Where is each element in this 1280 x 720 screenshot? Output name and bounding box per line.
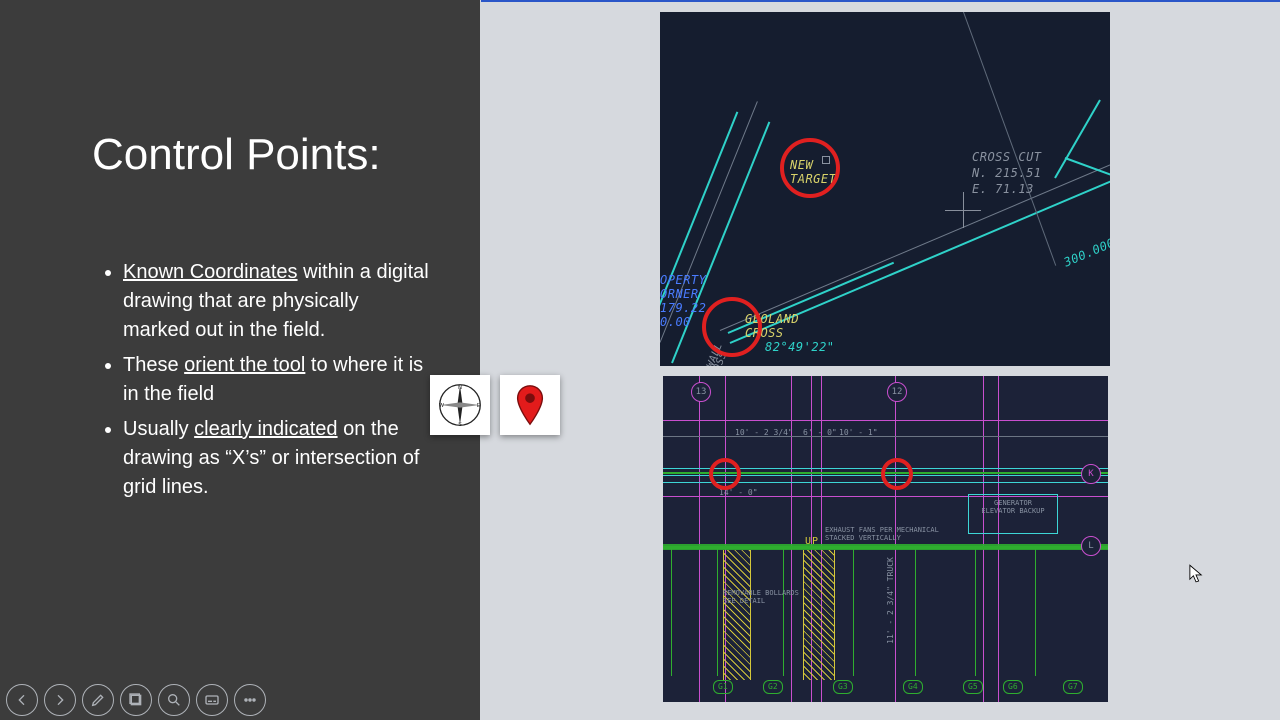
svg-text:W: W (439, 403, 444, 409)
control-point-circle-4 (881, 458, 913, 490)
map-pin-icon (500, 375, 560, 435)
label-generator: GENERATOR (969, 499, 1057, 507)
gridline-label: G6 (1003, 680, 1023, 694)
control-point-circle-1 (780, 138, 840, 198)
dim-3: 10' - 1" (839, 428, 878, 437)
control-point-circle-2 (702, 297, 762, 357)
label-up: UP (805, 536, 819, 547)
label-prop-3: 179.22 (660, 301, 706, 315)
pen-button[interactable] (82, 684, 114, 716)
slide-title: Control Points: (92, 130, 381, 180)
bullet-2-pre: These (123, 354, 184, 376)
gridline-label: G1 (713, 680, 733, 694)
sections-button[interactable] (120, 684, 152, 716)
note-bollards: REMOVABLE BOLLARDS SEE DETAIL (723, 589, 799, 605)
bullet-2-underline: orient the tool (184, 354, 305, 376)
zoom-button[interactable] (158, 684, 190, 716)
slide-left-panel: Control Points: Known Coordinates within… (0, 0, 480, 720)
label-bearing: 82°49'22" (765, 340, 835, 354)
bullet-2: These orient the tool to where it is in … (123, 351, 430, 409)
svg-text:N: N (458, 385, 462, 391)
label-elevator-backup: ELEVATOR BACKUP (969, 507, 1057, 515)
previous-button[interactable] (6, 684, 38, 716)
grid-node: K (1081, 464, 1101, 484)
dim-2: 6' - 0" (803, 428, 837, 437)
svg-text:S: S (458, 422, 462, 427)
bullet-1-underline: Known Coordinates (123, 261, 298, 283)
more-button[interactable] (234, 684, 266, 716)
label-cross-cut: CROSS CUT (972, 150, 1042, 164)
gridline-label: G5 (963, 680, 983, 694)
bullet-3-pre: Usually (123, 418, 194, 440)
cad-diagram-plan: UP 10' - 2 3/4" 6' - 0" 10' - 1" 14' - 0… (663, 376, 1108, 702)
dim-1: 10' - 2 3/4" (735, 428, 793, 437)
svg-text:E: E (477, 403, 481, 409)
next-button[interactable] (44, 684, 76, 716)
gridline-label: G7 (1063, 680, 1083, 694)
grid-node: 12 (887, 382, 907, 402)
gridline-label: G4 (903, 680, 923, 694)
grid-node: L (1081, 536, 1101, 556)
gridline-label: G2 (763, 680, 783, 694)
bullet-1: Known Coordinates within a digital drawi… (123, 258, 430, 345)
grid-node: 13 (691, 382, 711, 402)
generator-box: GENERATOR ELEVATOR BACKUP (968, 494, 1058, 534)
label-prop-2: ORNER (660, 287, 699, 301)
label-distance: 300.000' (1062, 232, 1110, 269)
label-prop-1: OPERTY (660, 273, 706, 287)
subtitles-button[interactable] (196, 684, 228, 716)
bullet-3: Usually clearly indicated on the drawing… (123, 415, 430, 502)
cad-diagram-survey: NEW TARGET CROSS CUT N. 215.51 E. 71.13 … (660, 12, 1110, 366)
label-prop-4: 0.00 (660, 315, 691, 329)
label-cross-cut-n: N. 215.51 (972, 166, 1042, 180)
gridline-label: G3 (833, 680, 853, 694)
label-cross-cut-e: E. 71.13 (972, 182, 1034, 196)
dim-4: 11' - 2 3/4" TRUCK (886, 557, 895, 644)
note-exhaust: EXHAUST FANS PER MECHANICAL STACKED VERT… (825, 526, 939, 542)
control-point-circle-3 (709, 458, 741, 490)
compass-icon: N S W E (430, 375, 490, 435)
presentation-toolbar (6, 684, 266, 716)
bullet-3-underline: clearly indicated (194, 418, 337, 440)
slide-bullets: Known Coordinates within a digital drawi… (105, 258, 430, 508)
